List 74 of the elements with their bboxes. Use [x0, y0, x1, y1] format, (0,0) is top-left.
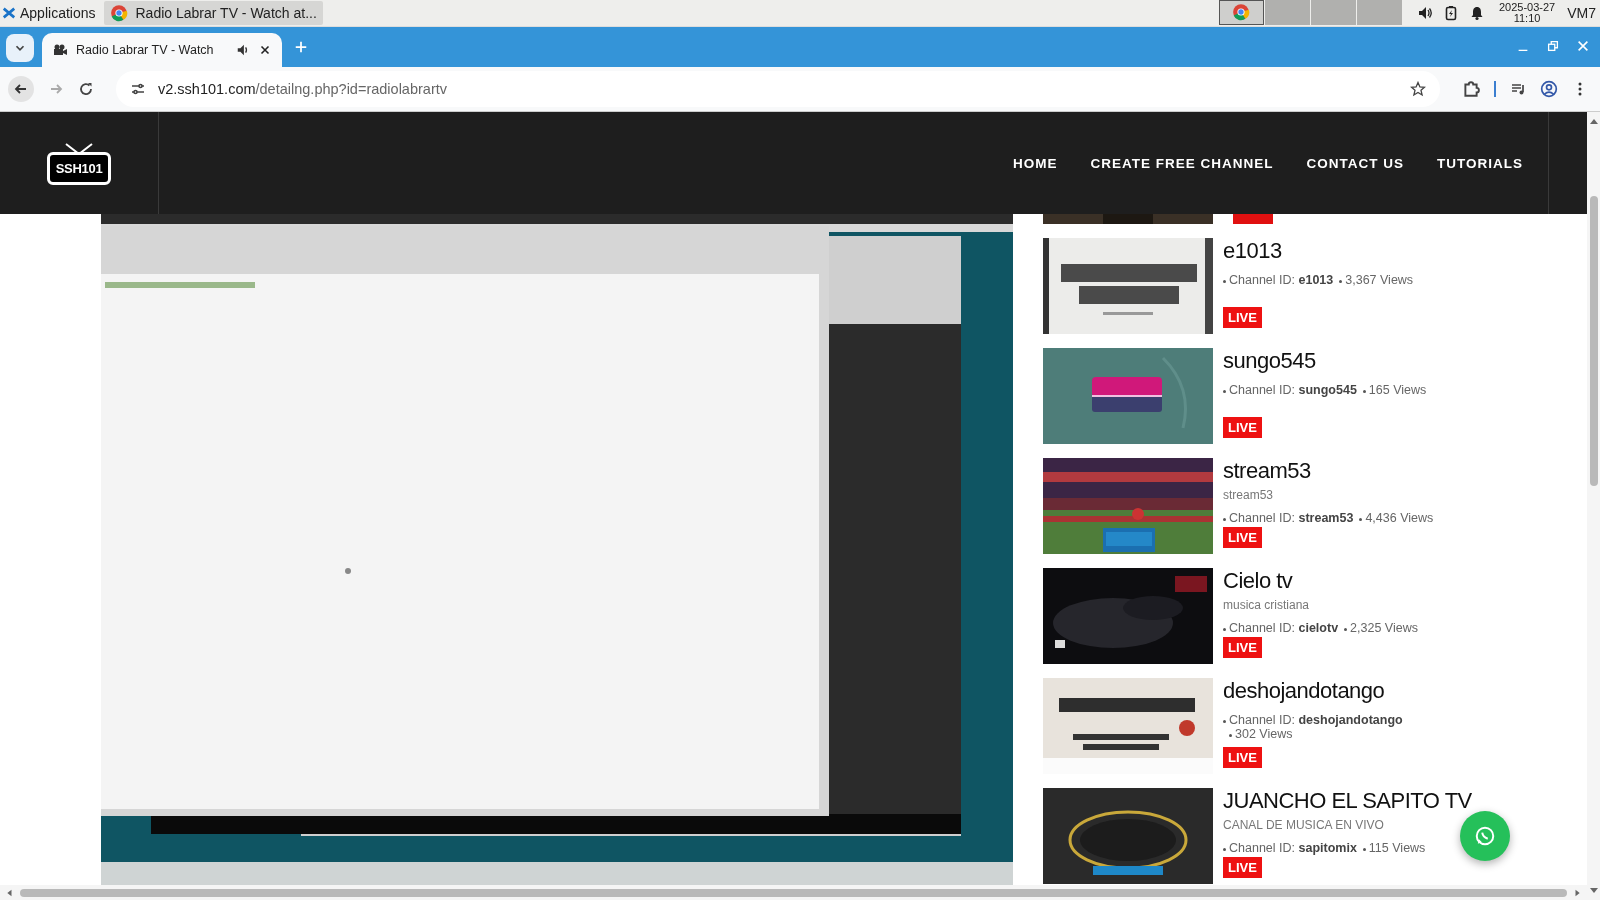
bullet-icon	[1229, 734, 1232, 737]
antenna-icon	[63, 141, 95, 154]
live-badge: LIVE	[1223, 857, 1262, 878]
nav-link[interactable]: CONTACT US	[1306, 155, 1404, 171]
extensions-icon[interactable]	[1462, 80, 1480, 98]
camera-icon	[52, 42, 68, 58]
nav-link[interactable]: CREATE FREE CHANNEL	[1090, 155, 1274, 171]
bullet-icon	[1223, 280, 1226, 283]
channel-title[interactable]: JUANCHO EL SAPITO TV	[1223, 788, 1472, 814]
profile-icon[interactable]	[1540, 80, 1558, 98]
views-text: 165 Views	[1368, 383, 1427, 397]
applications-menu[interactable]: Applications	[20, 5, 96, 21]
site-settings-icon[interactable]	[130, 81, 146, 97]
live-badge: LIVE	[1223, 527, 1262, 548]
channel-id-text: Channel ID: cielotv	[1229, 621, 1339, 635]
user-name: VM7	[1567, 5, 1596, 21]
logo[interactable]: SSH101	[46, 151, 112, 185]
bullet-icon	[1223, 848, 1226, 851]
back-button[interactable]	[8, 76, 34, 102]
chrome-icon	[1232, 3, 1251, 21]
channel-id-text: Channel ID: stream53	[1229, 511, 1354, 525]
volume-icon[interactable]	[1416, 5, 1433, 21]
bullet-icon	[1362, 848, 1366, 851]
live-badge: LIVE	[1223, 747, 1262, 768]
date-text: 2025-03-27	[1498, 2, 1556, 13]
chat-bubble-icon	[1474, 825, 1496, 847]
bullet-icon	[1223, 390, 1226, 393]
views-text: 302 Views	[1235, 727, 1293, 741]
nav-link[interactable]: TUTORIALS	[1437, 155, 1523, 171]
channel-id-text: Channel ID: deshojandotango	[1229, 713, 1403, 727]
live-badge: LIVE	[1223, 307, 1262, 328]
live-badge	[1233, 214, 1273, 224]
channel-subtitle: CANAL DE MUSICA EN VIVO	[1223, 818, 1384, 832]
taskbar-button[interactable]	[1218, 0, 1264, 25]
channel-title[interactable]: stream53	[1223, 458, 1311, 484]
bullet-icon	[1223, 720, 1226, 723]
channel-id-text: Channel ID: e1013	[1229, 273, 1334, 287]
views-text: 3,367 Views	[1345, 273, 1414, 287]
star-icon[interactable]	[1410, 81, 1426, 97]
channel-title[interactable]: deshojandotango	[1223, 678, 1385, 704]
scrollbar-thumb[interactable]	[1589, 196, 1598, 486]
scrollbar-thumb[interactable]	[20, 888, 1567, 897]
channel-subtitle: stream53	[1223, 488, 1274, 502]
channel-id-text: Channel ID: sapitomix	[1229, 841, 1357, 855]
channel-subtitle: musica cristiana	[1223, 598, 1310, 612]
bullet-icon	[1223, 628, 1226, 631]
live-badge: LIVE	[1223, 417, 1262, 438]
bullet-icon	[1223, 518, 1226, 521]
address-bar[interactable]: v2.ssh101.com/detailng.php?id=radiolabrartv	[116, 71, 1440, 107]
bullet-icon	[1362, 390, 1366, 393]
restore-icon[interactable]	[1546, 39, 1560, 53]
new-tab-icon[interactable]	[294, 40, 308, 54]
channel-title[interactable]: sungo545	[1223, 348, 1316, 374]
close-icon[interactable]	[258, 43, 272, 57]
bullet-icon	[1344, 628, 1348, 631]
reload-icon[interactable]	[78, 81, 94, 97]
taskbar-item[interactable]: Radio Labrar TV - Watch at...	[103, 1, 323, 25]
speaker-icon[interactable]	[236, 43, 250, 57]
tab-search-button[interactable]	[6, 34, 34, 62]
media-controls-icon[interactable]	[1510, 81, 1526, 97]
views-text: 4,436 Views	[1365, 511, 1434, 525]
channel-title[interactable]: e1013	[1223, 238, 1282, 264]
app-menu-icon[interactable]	[2, 6, 16, 20]
time-text: 11:10	[1513, 13, 1541, 24]
bullet-icon	[1339, 280, 1343, 283]
channel-title[interactable]: Cielo tv	[1223, 568, 1293, 594]
views-text: 2,325 Views	[1350, 621, 1418, 635]
channel-id-text: Channel ID: sungo545	[1229, 383, 1357, 397]
live-badge: LIVE	[1223, 637, 1262, 658]
nav-link[interactable]: HOME	[1013, 155, 1058, 171]
views-text: 115 Views	[1368, 841, 1426, 855]
chrome-icon	[109, 4, 128, 22]
bullet-icon	[1359, 518, 1363, 521]
browser-tab[interactable]: Radio Labrar TV - Watch	[42, 33, 282, 67]
